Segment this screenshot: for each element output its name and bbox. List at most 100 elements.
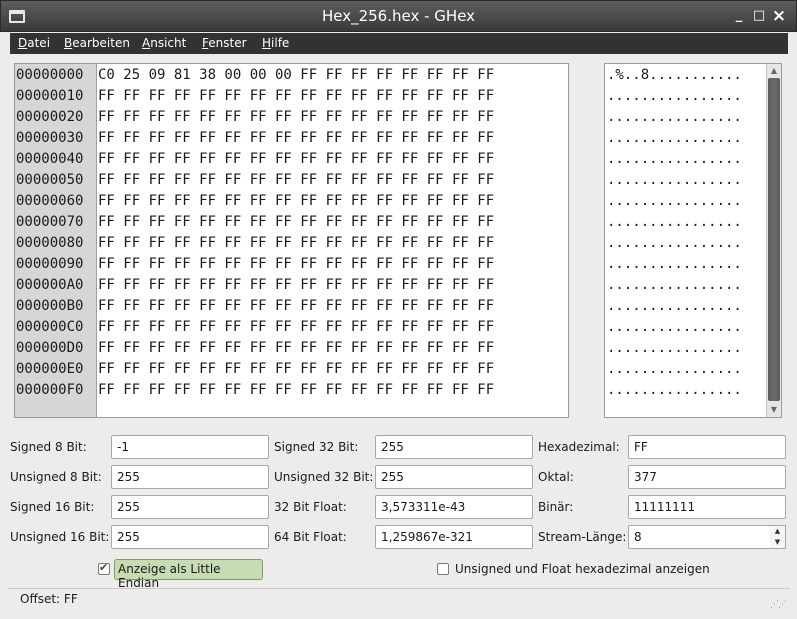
offset-row: 00000010	[16, 88, 84, 104]
scrollbar-thumb[interactable]	[768, 78, 780, 401]
hexadecimal-label: Hexadezimal:	[538, 440, 620, 454]
offset-row: 000000E0	[16, 361, 84, 377]
window-title: Hex_256.hex - GHex	[321, 7, 476, 25]
menu-fenster[interactable]: Fenster	[202, 36, 247, 50]
menu-bearbeiten[interactable]: Bearbeiten	[64, 36, 130, 50]
hex-row[interactable]: FF FF FF FF FF FF FF FF FF FF FF FF FF F…	[98, 359, 494, 380]
ascii-row[interactable]: ................	[607, 254, 742, 275]
hex-view[interactable]: 00000000 00000010 00000020 00000030 00000040…	[14, 63, 569, 418]
offset-column: 00000000 00000010 00000020 00000030 00000040…	[15, 64, 97, 417]
unsigned-8bit-label: Unsigned 8 Bit:	[10, 470, 102, 484]
offset-row: 00000040	[16, 151, 84, 167]
vertical-scrollbar[interactable]: ▲ ▼	[766, 64, 781, 417]
signed-16bit-label: Signed 16 Bit:	[10, 500, 95, 514]
hex-row[interactable]: FF FF FF FF FF FF FF FF FF FF FF FF FF F…	[98, 296, 494, 317]
stream-length-spinner[interactable]: 8	[628, 525, 771, 549]
float-64bit-label: 64 Bit Float:	[274, 530, 347, 544]
offset-row: 00000090	[16, 256, 84, 272]
offset-row: 000000D0	[16, 340, 84, 356]
ascii-row[interactable]: ................	[607, 233, 742, 254]
hex-row[interactable]: FF FF FF FF FF FF FF FF FF FF FF FF FF F…	[98, 338, 494, 359]
close-button[interactable]: ×	[770, 7, 788, 25]
spin-down-icon[interactable]: ▼	[770, 537, 785, 548]
hex-row[interactable]: FF FF FF FF FF FF FF FF FF FF FF FF FF F…	[98, 86, 494, 107]
little-endian-label[interactable]: Anzeige als Little Endian	[114, 559, 263, 590]
menu-hilfe[interactable]: Hilfe	[262, 36, 289, 50]
ascii-row[interactable]: ................	[607, 380, 742, 401]
hex-row[interactable]: FF FF FF FF FF FF FF FF FF FF FF FF FF F…	[98, 128, 494, 149]
title-bar: Hex_256.hex - GHex _ □ ×	[0, 0, 797, 32]
offset-row: 00000080	[16, 235, 84, 251]
ascii-row[interactable]: ................	[607, 275, 742, 296]
signed-16bit-field[interactable]: 255	[111, 495, 269, 519]
status-bar: Offset: FF ⋰⋰	[8, 588, 790, 612]
float-32bit-field[interactable]: 3,573311e-43	[375, 495, 533, 519]
ascii-row[interactable]: ................	[607, 128, 742, 149]
ascii-row[interactable]: ................	[607, 296, 742, 317]
unsigned-16bit-label: Unsigned 16 Bit:	[10, 530, 110, 544]
spin-up-icon[interactable]: ▲	[770, 526, 785, 537]
offset-row: 000000B0	[16, 298, 84, 314]
binary-field[interactable]: 11111111	[628, 495, 786, 519]
resize-grip-icon[interactable]: ⋰⋰	[770, 600, 787, 610]
float-64bit-field[interactable]: 1,259867e-321	[375, 525, 533, 549]
hex-row[interactable]: FF FF FF FF FF FF FF FF FF FF FF FF FF F…	[98, 254, 494, 275]
unsigned-32bit-field[interactable]: 255	[375, 465, 533, 489]
octal-label: Oktal:	[538, 470, 574, 484]
offset-row: 00000030	[16, 130, 84, 146]
menu-bar: Datei Bearbeiten Ansicht Fenster Hilfe	[10, 33, 788, 54]
hex-row[interactable]: FF FF FF FF FF FF FF FF FF FF FF FF FF F…	[98, 170, 494, 191]
binary-label: Binär:	[538, 500, 574, 514]
offset-row: 000000F0	[16, 382, 84, 398]
menu-datei[interactable]: Datei	[18, 36, 50, 50]
signed-32bit-field[interactable]: 255	[375, 435, 533, 459]
ascii-row[interactable]: ................	[607, 338, 742, 359]
minimize-button[interactable]: _	[730, 7, 748, 25]
ascii-row[interactable]: ................	[607, 149, 742, 170]
ascii-row[interactable]: ................	[607, 107, 742, 128]
scroll-down-icon[interactable]: ▼	[767, 403, 781, 417]
unsigned-16bit-field[interactable]: 255	[111, 525, 269, 549]
ascii-row[interactable]: ................	[607, 359, 742, 380]
ascii-row[interactable]: ................	[607, 86, 742, 107]
hex-row[interactable]: FF FF FF FF FF FF FF FF FF FF FF FF FF F…	[98, 275, 494, 296]
offset-row: 00000060	[16, 193, 84, 209]
octal-field[interactable]: 377	[628, 465, 786, 489]
scroll-up-icon[interactable]: ▲	[767, 64, 781, 78]
little-endian-checkbox[interactable]	[98, 561, 110, 575]
hex-row[interactable]: C0 25 09 81 38 00 00 00 FF FF FF FF FF F…	[98, 65, 494, 86]
hex-row[interactable]: FF FF FF FF FF FF FF FF FF FF FF FF FF F…	[98, 317, 494, 338]
hex-row[interactable]: FF FF FF FF FF FF FF FF FF FF FF FF FF F…	[98, 149, 494, 170]
hexadecimal-field[interactable]: FF	[628, 435, 786, 459]
ascii-row[interactable]: .%..8...........	[607, 65, 742, 86]
hex-row[interactable]: FF FF FF FF FF FF FF FF FF FF FF FF FF F…	[98, 380, 494, 401]
signed-8bit-field[interactable]: -1	[111, 435, 269, 459]
hex-row[interactable]: FF FF FF FF FF FF FF FF FF FF FF FF FF F…	[98, 233, 494, 254]
float-32bit-label: 32 Bit Float:	[274, 500, 347, 514]
hex-row[interactable]: FF FF FF FF FF FF FF FF FF FF FF FF FF F…	[98, 107, 494, 128]
menu-ansicht[interactable]: Ansicht	[142, 36, 186, 50]
offset-row: 000000A0	[16, 277, 84, 293]
offset-row: 000000C0	[16, 319, 84, 335]
ascii-row[interactable]: ................	[607, 191, 742, 212]
hex-row[interactable]: FF FF FF FF FF FF FF FF FF FF FF FF FF F…	[98, 212, 494, 233]
signed-8bit-label: Signed 8 Bit:	[10, 440, 87, 454]
unsigned-float-hex-label[interactable]: Unsigned und Float hexadezimal anzeigen	[455, 562, 710, 576]
ascii-view[interactable]: .%..8...................................…	[604, 63, 782, 418]
offset-status: Offset: FF	[20, 592, 78, 606]
hex-data[interactable]: C0 25 09 81 38 00 00 00 FF FF FF FF FF F…	[98, 65, 494, 401]
spinner-arrows[interactable]: ▲ ▼	[770, 525, 786, 549]
maximize-button[interactable]: □	[750, 7, 768, 25]
hex-row[interactable]: FF FF FF FF FF FF FF FF FF FF FF FF FF F…	[98, 191, 494, 212]
offset-row: 00000020	[16, 109, 84, 125]
ascii-row[interactable]: ................	[607, 170, 742, 191]
offset-row: 00000070	[16, 214, 84, 230]
unsigned-8bit-field[interactable]: 255	[111, 465, 269, 489]
stream-length-label: Stream-Länge:	[538, 530, 627, 544]
ascii-row[interactable]: ................	[607, 317, 742, 338]
signed-32bit-label: Signed 32 Bit:	[274, 440, 359, 454]
ascii-row[interactable]: ................	[607, 212, 742, 233]
unsigned-float-hex-checkbox[interactable]	[437, 563, 449, 575]
offset-row: 00000000	[16, 67, 84, 83]
unsigned-32bit-label: Unsigned 32 Bit:	[274, 470, 374, 484]
